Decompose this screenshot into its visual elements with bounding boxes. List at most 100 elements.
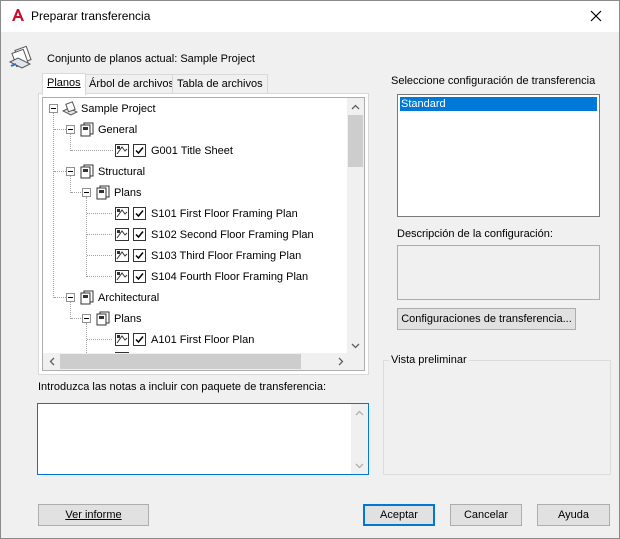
tree-label: Plans	[114, 186, 142, 199]
button-label: Aceptar	[380, 509, 418, 521]
transmittal-setup-label: Seleccione configuración de transferenci…	[391, 75, 596, 87]
tree-label: General	[98, 123, 138, 136]
tree-label: G001 Title Sheet	[151, 144, 233, 157]
collapse-icon[interactable]	[66, 125, 75, 134]
cancel-button[interactable]: Cancelar	[450, 504, 522, 526]
scroll-left-arrow[interactable]	[43, 353, 60, 370]
sheet-set-icon	[8, 45, 32, 69]
tree-node-plans-architectural[interactable]: Plans	[82, 308, 142, 329]
collapse-icon[interactable]	[49, 104, 58, 113]
setup-description-label: Descripción de la configuración:	[397, 228, 553, 240]
sheet-tree[interactable]: Sample Project General G001 Title Sheet …	[42, 97, 365, 371]
tree-node-plans[interactable]: Plans	[82, 182, 142, 203]
tab-arbol-de-archivos[interactable]: Árbol de archivos	[84, 74, 179, 94]
view-report-button[interactable]: Ver informe	[38, 504, 149, 526]
subset-icon	[96, 311, 110, 326]
tree-label: Sample Project	[81, 102, 156, 115]
check-icon	[135, 147, 144, 155]
notes-vertical-scrollbar[interactable]	[351, 404, 368, 474]
tree-node-architectural[interactable]: Architectural	[66, 287, 159, 308]
tree-node-structural[interactable]: Structural	[66, 161, 145, 182]
tree-node-s102[interactable]: S102 Second Floor Framing Plan	[114, 224, 314, 245]
notes-label: Introduzca las notas a incluir con paque…	[38, 381, 327, 393]
tree-node-g001[interactable]: G001 Title Sheet	[114, 140, 233, 161]
chevron-down-icon	[351, 343, 360, 348]
help-button[interactable]: Ayuda	[537, 504, 610, 526]
transmittal-setup-list[interactable]: Standard	[397, 94, 600, 217]
scroll-down-arrow[interactable]	[351, 457, 368, 474]
tree-node-general[interactable]: General	[66, 119, 137, 140]
tab-tabla-de-archivos[interactable]: Tabla de archivos	[172, 74, 268, 94]
chevron-down-icon	[355, 463, 364, 468]
scroll-thumb[interactable]	[348, 115, 363, 167]
collapse-icon[interactable]	[82, 188, 91, 197]
current-sheet-set-label: Conjunto de planos actual: Sample Projec…	[47, 53, 255, 65]
sheet-icon	[115, 270, 129, 283]
sheet-icon	[115, 207, 129, 220]
include-checkbox[interactable]	[133, 249, 146, 262]
check-icon	[135, 210, 144, 218]
tree-label: S101 First Floor Framing Plan	[151, 207, 298, 220]
button-label: Configuraciones de transferencia...	[401, 313, 572, 325]
tree-label: Plans	[114, 312, 142, 325]
preview-group	[383, 360, 611, 475]
tree-node-s101[interactable]: S101 First Floor Framing Plan	[114, 203, 298, 224]
include-checkbox[interactable]	[133, 270, 146, 283]
preview-label: Vista preliminar	[389, 354, 469, 366]
sheets-tab-panel: Sample Project General G001 Title Sheet …	[38, 93, 369, 375]
chevron-right-icon	[338, 357, 343, 366]
collapse-icon[interactable]	[82, 314, 91, 323]
setup-description-box	[397, 245, 600, 300]
check-icon	[135, 336, 144, 344]
transmittal-dialog: Preparar transferencia Conjunto de plano…	[0, 0, 620, 539]
close-icon	[590, 10, 602, 22]
tree-label: Architectural	[98, 291, 160, 304]
sheet-icon	[115, 333, 129, 346]
title-bar: Preparar transferencia	[1, 1, 619, 32]
scroll-down-arrow[interactable]	[347, 337, 364, 354]
tree-node-a101[interactable]: A101 First Floor Plan	[114, 329, 254, 350]
tab-label: Tabla de archivos	[177, 78, 263, 90]
collapse-icon[interactable]	[66, 293, 75, 302]
chevron-up-icon	[355, 410, 364, 415]
notes-textarea[interactable]	[37, 403, 369, 475]
sheet-icon	[115, 228, 129, 241]
accept-button[interactable]: Aceptar	[363, 504, 435, 526]
chevron-up-icon	[351, 104, 360, 109]
setup-item-standard[interactable]: Standard	[400, 97, 597, 111]
tab-label: Planos	[47, 77, 81, 89]
window-title: Preparar transferencia	[31, 9, 151, 23]
scroll-thumb[interactable]	[60, 354, 301, 369]
tree-horizontal-scrollbar[interactable]	[43, 353, 349, 370]
close-button[interactable]	[579, 4, 613, 28]
check-icon	[135, 231, 144, 239]
transmittal-setups-button[interactable]: Configuraciones de transferencia...	[397, 308, 576, 330]
tab-label: Árbol de archivos	[89, 78, 174, 90]
check-icon	[135, 273, 144, 281]
tree-label: S104 Fourth Floor Framing Plan	[151, 270, 309, 283]
tree-node-s104[interactable]: S104 Fourth Floor Framing Plan	[114, 266, 308, 287]
tree-node-s103[interactable]: S103 Third Floor Framing Plan	[114, 245, 301, 266]
chevron-left-icon	[49, 357, 54, 366]
button-label: Ayuda	[558, 509, 589, 521]
subset-icon	[80, 164, 94, 179]
button-label: Ver informe	[65, 509, 122, 521]
check-icon	[135, 252, 144, 260]
tab-planos[interactable]: Planos	[42, 73, 86, 95]
tree-vertical-scrollbar[interactable]	[347, 98, 364, 354]
scroll-up-arrow[interactable]	[347, 98, 364, 115]
subset-icon	[80, 290, 94, 305]
autocad-a-icon	[12, 9, 24, 21]
include-checkbox[interactable]	[133, 333, 146, 346]
subset-icon	[80, 122, 94, 137]
include-checkbox[interactable]	[133, 207, 146, 220]
scroll-corner	[347, 353, 364, 370]
tree-label: S103 Third Floor Framing Plan	[151, 249, 302, 262]
tree-label: Structural	[98, 165, 146, 178]
collapse-icon[interactable]	[66, 167, 75, 176]
tree-label: A101 First Floor Plan	[151, 333, 255, 346]
include-checkbox[interactable]	[133, 144, 146, 157]
tree-node-sample-project[interactable]: Sample Project	[49, 98, 156, 119]
scroll-up-arrow[interactable]	[351, 404, 368, 421]
include-checkbox[interactable]	[133, 228, 146, 241]
